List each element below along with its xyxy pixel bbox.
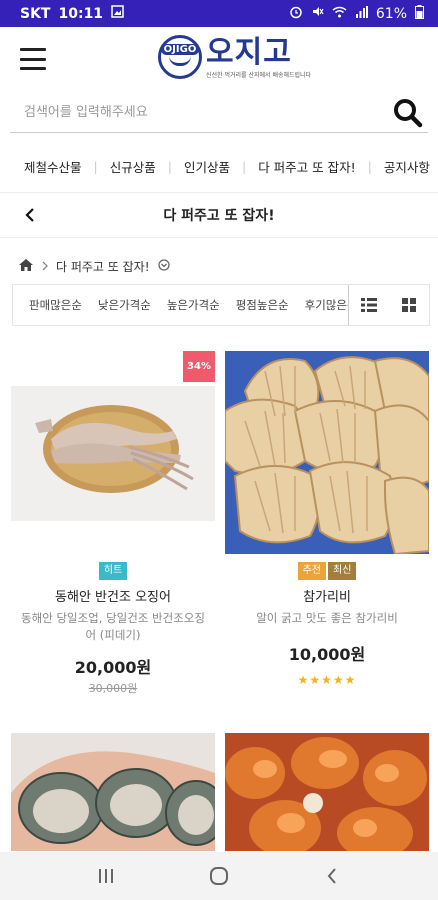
product-card[interactable] xyxy=(11,733,215,851)
category-divider: | xyxy=(241,158,247,174)
search-input[interactable] xyxy=(10,93,388,132)
back-icon[interactable] xyxy=(317,861,347,891)
product-tags: 추천 최신 xyxy=(225,562,429,580)
page-title: 다 퍼주고 또 잡자! xyxy=(163,208,275,224)
gallery-icon xyxy=(111,5,124,22)
page-title-bar: 다 퍼주고 또 잡자! xyxy=(0,192,438,238)
product-price: 20,000원 xyxy=(74,658,152,677)
product-card[interactable]: 추천 최신 참가리비 알이 굵고 맛도 좋은 참가리비 10,000원 ★★★★… xyxy=(225,351,429,687)
sort-option[interactable]: 낮은가격순 xyxy=(98,297,151,313)
product-image-seafood[interactable] xyxy=(225,733,429,851)
category-divider: | xyxy=(93,158,98,174)
search-icon[interactable] xyxy=(388,93,428,133)
logo-badge: OJIGO xyxy=(160,44,200,55)
alarm-icon xyxy=(289,5,303,23)
sort-option[interactable]: 높은가격순 xyxy=(167,297,220,313)
product-card[interactable] xyxy=(225,733,429,851)
status-bar: SKT 10:11 61% xyxy=(0,0,438,27)
tag-hit: 히트 xyxy=(98,562,128,580)
product-image-scallop[interactable] xyxy=(225,351,429,554)
category-item[interactable]: 제철수산물 xyxy=(24,157,82,176)
logo-text: 오지고 신선한 먹거리를 산지에서 배송해드립니다 xyxy=(206,34,312,79)
product-card[interactable]: 34% 히트 동해안 반건조 오징어 동해안 당일조업, 당일건조 반건조오징어… xyxy=(11,351,215,696)
logo-tagline: 신선한 먹거리를 산지에서 배송해드립니다 xyxy=(206,71,312,79)
chevron-right-icon xyxy=(42,260,48,274)
system-nav-bar xyxy=(0,852,438,900)
product-name[interactable]: 동해안 반건조 오징어 xyxy=(11,586,215,605)
star-icon: ★ xyxy=(344,673,357,687)
sort-bar: 판매많은순 낮은가격순 높은가격순 평점높은순 후기많은순 xyxy=(12,284,430,326)
sort-option[interactable]: 후기많은순 xyxy=(305,297,348,313)
view-toggles xyxy=(349,285,429,325)
category-divider: | xyxy=(367,158,372,174)
category-nav: 제철수산물 | 신규상품 | 인기상품 | 다 퍼주고 또 잡자! | 공지사항 xyxy=(0,146,438,186)
battery-label: 61% xyxy=(375,5,407,22)
search-bar xyxy=(10,93,428,133)
home-icon[interactable] xyxy=(18,258,34,275)
discount-badge: 34% xyxy=(183,351,215,382)
category-divider: | xyxy=(167,158,172,174)
chevron-down-circle-icon[interactable] xyxy=(157,259,170,274)
star-icon: ★ xyxy=(297,673,310,687)
product-original-price: 30,000원 xyxy=(88,682,138,695)
product-price: 10,000원 xyxy=(288,645,366,664)
grid-view-icon[interactable] xyxy=(400,297,418,313)
sort-option[interactable]: 평점높은순 xyxy=(236,297,289,313)
wifi-icon xyxy=(332,6,347,22)
tag-recommend: 추천 xyxy=(297,562,326,580)
product-description: 알이 굵고 맛도 좋은 참가리비 xyxy=(256,611,398,625)
product-tags: 히트 xyxy=(11,562,215,580)
battery-icon xyxy=(415,4,424,23)
signal-icon xyxy=(355,5,368,22)
product-image-abalone[interactable] xyxy=(11,733,215,851)
back-chevron-icon[interactable] xyxy=(20,205,40,225)
breadcrumb: 다 퍼주고 또 잡자! xyxy=(18,258,170,275)
logo-title: 오지고 xyxy=(206,34,292,70)
product-description: 동해안 당일조업, 당일건조 반건조오징어 (피데기) xyxy=(21,611,205,642)
product-image-squid[interactable]: 34% xyxy=(11,351,215,554)
category-item[interactable]: 다 퍼주고 또 잡자! xyxy=(258,157,355,176)
star-icon: ★ xyxy=(321,673,333,687)
hamburger-menu-icon[interactable] xyxy=(20,48,46,70)
logo[interactable]: OJIGO 오지고 신선한 먹거리를 산지에서 배송해드립니다 xyxy=(158,35,311,79)
tag-new: 최신 xyxy=(328,562,357,580)
breadcrumb-current[interactable]: 다 퍼주고 또 잡자! xyxy=(56,258,150,275)
category-item[interactable]: 신규상품 xyxy=(110,157,156,176)
sort-option[interactable]: 판매많은순 xyxy=(29,297,82,313)
list-view-icon[interactable] xyxy=(360,297,378,313)
carrier-label: SKT xyxy=(20,5,51,22)
sort-options: 판매많은순 낮은가격순 높은가격순 평점높은순 후기많은순 xyxy=(13,285,349,325)
category-item[interactable]: 공지사항 xyxy=(384,157,430,176)
star-icon: ★ xyxy=(332,673,345,687)
home-button-icon[interactable] xyxy=(204,861,234,891)
star-icon: ★ xyxy=(309,673,322,687)
clock: 10:11 xyxy=(58,5,104,22)
recent-apps-icon[interactable] xyxy=(91,861,121,891)
mute-icon xyxy=(311,5,324,22)
app-header: OJIGO 오지고 신선한 먹거리를 산지에서 배송해드립니다 xyxy=(0,27,438,92)
status-left: SKT 10:11 xyxy=(20,5,124,22)
product-name[interactable]: 참가리비 xyxy=(225,586,429,605)
category-item[interactable]: 인기상품 xyxy=(184,157,230,176)
rating-stars: ★★★★★ xyxy=(225,673,429,687)
logo-mark-icon: OJIGO xyxy=(158,35,202,79)
status-right: 61% xyxy=(289,4,424,23)
